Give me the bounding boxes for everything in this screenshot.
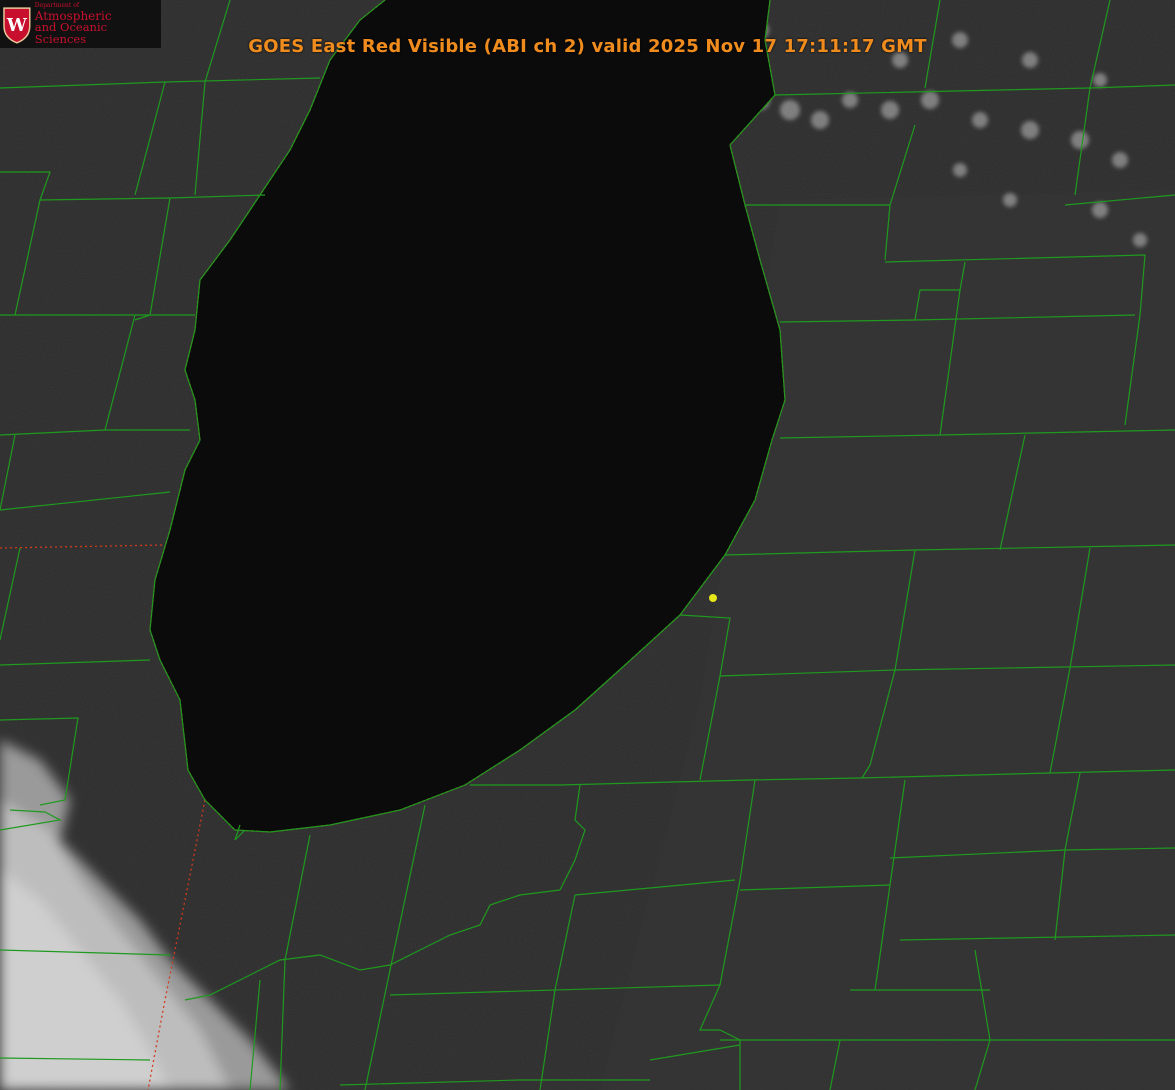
- crest-letter: W: [6, 15, 28, 36]
- satellite-image: [0, 0, 1175, 1090]
- location-marker-icon: [709, 594, 717, 602]
- satellite-map-viewer: W Department of Atmospheric and Oceanic …: [0, 0, 1175, 1090]
- image-title: GOES East Red Visible (ABI ch 2) valid 2…: [248, 36, 927, 57]
